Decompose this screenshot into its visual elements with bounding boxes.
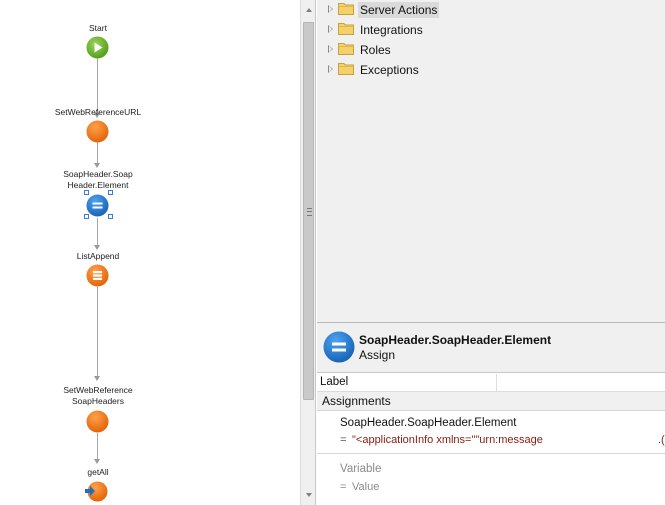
list-append-node[interactable] <box>86 264 109 287</box>
flow-canvas[interactable]: Start SetWebReferenceURL SoapHeader.Soap… <box>0 0 300 505</box>
set-soap-headers-label-line2: SoapHeaders <box>72 396 124 406</box>
assign-node-label-line1: SoapHeader.Soap <box>63 169 133 179</box>
set-web-reference-url-node[interactable] <box>86 120 109 143</box>
assignments-header-label: Assignments <box>322 394 391 408</box>
set-soap-headers-label-line1: SetWebReference <box>63 385 133 395</box>
label-property-row[interactable]: Label <box>317 374 665 392</box>
assignment-value-placeholder[interactable]: Value <box>352 481 379 493</box>
properties-panel: SoapHeader.SoapHeader.Element Assign Lab… <box>317 322 665 505</box>
properties-subtitle: Assign <box>359 348 396 362</box>
selection-handle[interactable] <box>108 214 113 219</box>
connector <box>97 218 98 248</box>
tree-item-label: Integrations <box>360 23 423 37</box>
assign-node[interactable] <box>86 194 109 217</box>
tree-item-integrations[interactable]: Integrations <box>317 20 665 40</box>
assignment-value[interactable]: "<applicationInfo xmlns=""urn:message <box>352 434 543 446</box>
selection-handle[interactable] <box>108 190 113 195</box>
set-web-reference-url-label: SetWebReferenceURL <box>54 107 142 117</box>
start-label: Start <box>89 23 107 33</box>
properties-title: SoapHeader.SoapHeader.Element <box>359 333 552 347</box>
canvas-scrollbar[interactable] <box>300 0 316 505</box>
assign-icon <box>86 194 109 217</box>
scrollbar-grip-icon <box>307 208 312 216</box>
list-icon <box>86 264 109 287</box>
folder-icon <box>338 3 354 15</box>
assignment-equals: = <box>340 434 347 446</box>
expand-arrow-icon[interactable] <box>328 25 333 33</box>
arrow-in-icon <box>85 486 95 496</box>
assignment-variable[interactable]: SoapHeader.SoapHeader.Element <box>340 417 516 429</box>
elements-tree[interactable]: Server Actions Integrations Roles Except… <box>317 0 665 322</box>
folder-icon <box>338 43 354 55</box>
expand-arrow-icon[interactable] <box>328 45 333 53</box>
column-divider <box>496 374 497 392</box>
expand-arrow-icon[interactable] <box>328 65 333 73</box>
folder-icon <box>338 23 354 35</box>
assignment-row-empty[interactable]: Variable = Value <box>317 455 665 505</box>
scroll-up-arrow-icon[interactable] <box>306 8 312 12</box>
connector-arrow <box>94 163 100 168</box>
properties-header: SoapHeader.SoapHeader.Element Assign <box>317 323 665 373</box>
connector-arrow <box>94 376 100 381</box>
assignment-row[interactable]: SoapHeader.SoapHeader.Element = "<applic… <box>317 412 665 454</box>
assignment-value-tail: .( <box>658 434 665 446</box>
tree-item-exceptions[interactable]: Exceptions <box>317 60 665 80</box>
tree-item-label: Server Actions <box>358 2 440 18</box>
label-property-name: Label <box>320 376 349 388</box>
play-icon <box>86 36 109 59</box>
assign-icon <box>323 331 355 363</box>
scrollbar-thumb[interactable] <box>303 22 314 400</box>
expand-arrow-icon[interactable] <box>328 5 333 13</box>
connector <box>97 433 98 462</box>
tree-item-server-actions[interactable]: Server Actions <box>317 0 665 20</box>
connector-arrow <box>94 245 100 250</box>
server-action-icon <box>86 410 109 433</box>
tree-item-label: Exceptions <box>360 63 419 77</box>
tree-item-label: Roles <box>360 43 391 57</box>
start-node[interactable] <box>86 36 109 59</box>
tree-item-roles[interactable]: Roles <box>317 40 665 60</box>
scroll-down-arrow-icon[interactable] <box>306 493 312 497</box>
connector-arrow <box>94 459 100 464</box>
connector <box>97 287 98 379</box>
folder-icon <box>338 63 354 75</box>
server-action-icon <box>86 120 109 143</box>
assignment-equals: = <box>340 481 347 493</box>
set-soap-headers-node[interactable] <box>86 410 109 433</box>
selection-handle[interactable] <box>84 214 89 219</box>
get-all-label: getAll <box>87 467 109 477</box>
assignments-header: Assignments <box>317 392 665 411</box>
list-append-label: ListAppend <box>76 251 120 261</box>
assign-node-label-line2: Header.Element <box>67 180 129 190</box>
selection-handle[interactable] <box>84 190 89 195</box>
assignment-variable-placeholder[interactable]: Variable <box>340 463 381 475</box>
